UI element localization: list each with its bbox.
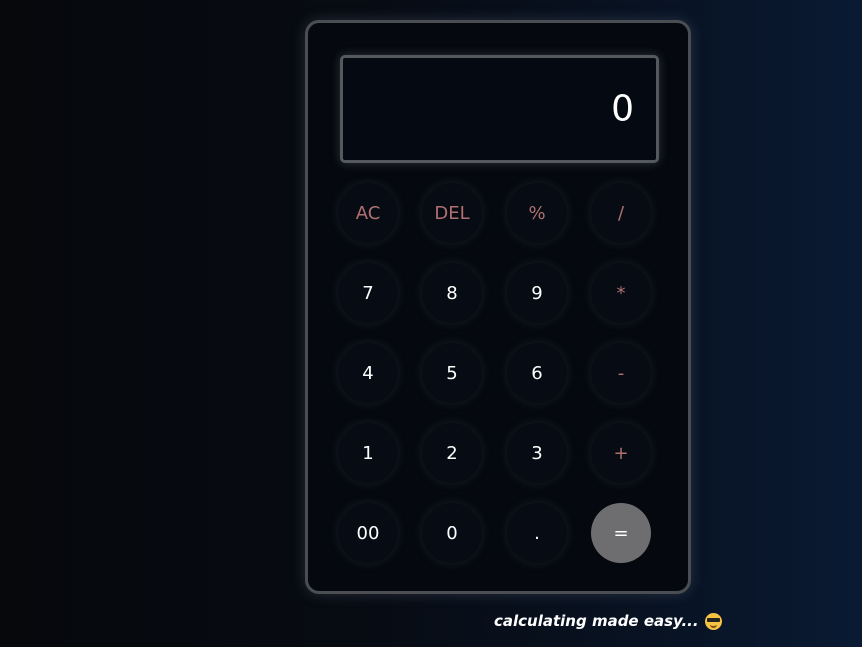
five-button[interactable]: 5 xyxy=(422,343,482,403)
tagline-text: calculating made easy... xyxy=(494,612,699,630)
one-button[interactable]: 1 xyxy=(338,423,398,483)
nine-button[interactable]: 9 xyxy=(507,263,567,323)
calculator-display: 0 xyxy=(340,55,659,163)
ac-button[interactable]: AC xyxy=(338,183,398,243)
two-button[interactable]: 2 xyxy=(422,423,482,483)
seven-button[interactable]: 7 xyxy=(338,263,398,323)
add-button[interactable]: + xyxy=(591,423,651,483)
double-zero-button[interactable]: 00 xyxy=(338,503,398,563)
four-button[interactable]: 4 xyxy=(338,343,398,403)
percent-button[interactable]: % xyxy=(507,183,567,243)
display-value: 0 xyxy=(611,88,634,130)
tagline: calculating made easy... xyxy=(494,612,722,630)
subtract-button[interactable]: - xyxy=(591,343,651,403)
del-button[interactable]: DEL xyxy=(422,183,482,243)
eight-button[interactable]: 8 xyxy=(422,263,482,323)
calculator: 0 AC DEL % / 7 8 9 * 4 5 6 - 1 2 3 + 00 … xyxy=(305,20,691,594)
zero-button[interactable]: 0 xyxy=(422,503,482,563)
six-button[interactable]: 6 xyxy=(507,343,567,403)
multiply-button[interactable]: * xyxy=(591,263,651,323)
equals-button[interactable]: = xyxy=(591,503,651,563)
sunglasses-emoji-icon xyxy=(704,612,722,630)
divide-button[interactable]: / xyxy=(591,183,651,243)
decimal-button[interactable]: . xyxy=(507,503,567,563)
three-button[interactable]: 3 xyxy=(507,423,567,483)
